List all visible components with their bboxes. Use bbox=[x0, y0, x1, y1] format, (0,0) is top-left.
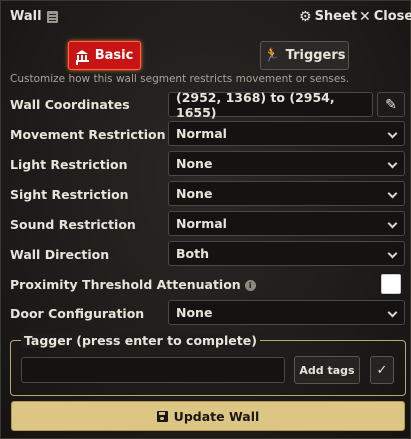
info-icon[interactable]: i bbox=[244, 280, 256, 291]
document-icon bbox=[46, 10, 58, 23]
tag-input[interactable] bbox=[21, 357, 285, 383]
confirm-tags-button[interactable]: ✓ bbox=[370, 356, 394, 384]
add-tags-button[interactable]: Add tags bbox=[294, 356, 360, 384]
door-configuration-select[interactable]: None bbox=[168, 300, 405, 325]
proximity-threshold-label: Proximity Threshold Attenuation i bbox=[10, 277, 256, 292]
proximity-threshold-label-text: Proximity Threshold Attenuation bbox=[10, 277, 241, 292]
save-icon bbox=[156, 410, 168, 422]
movement-restriction-label: Movement Restriction bbox=[10, 127, 166, 142]
sound-restriction-select[interactable]: Normal bbox=[168, 211, 405, 236]
sheet-button[interactable]: ⚙ Sheet bbox=[299, 9, 357, 24]
movement-restriction-select[interactable]: Normal bbox=[168, 121, 405, 146]
checkmark-icon: ✓ bbox=[376, 362, 388, 378]
light-restriction-label: Light Restriction bbox=[10, 157, 128, 172]
window-titlebar[interactable]: Wall ⚙ Sheet ✕ Close bbox=[1, 1, 411, 33]
tagger-legend: Tagger (press enter to complete) bbox=[21, 333, 260, 348]
wall-direction-label: Wall Direction bbox=[10, 247, 110, 262]
tab-basic[interactable]: Basic bbox=[68, 41, 141, 70]
form-hint: Customize how this wall segment restrict… bbox=[10, 73, 350, 85]
tab-triggers-label: Triggers bbox=[285, 48, 346, 63]
update-wall-button[interactable]: Update Wall bbox=[11, 401, 405, 431]
window-title: Wall bbox=[10, 9, 42, 24]
proximity-threshold-checkbox[interactable] bbox=[381, 274, 401, 294]
sight-restriction-label: Sight Restriction bbox=[10, 187, 129, 202]
sound-restriction-label: Sound Restriction bbox=[10, 217, 136, 232]
sheet-button-label: Sheet bbox=[314, 9, 358, 24]
wall-direction-select[interactable]: Both bbox=[168, 241, 405, 266]
edit-coordinates-button[interactable]: ✎ bbox=[377, 92, 405, 117]
tab-triggers[interactable]: 🏃 Triggers bbox=[260, 41, 349, 70]
close-button-label: Close bbox=[373, 9, 411, 24]
sight-restriction-select[interactable]: None bbox=[168, 181, 405, 206]
window-title-group: Wall bbox=[10, 9, 58, 24]
gear-icon: ⚙ bbox=[299, 8, 312, 25]
light-restriction-select[interactable]: None bbox=[168, 151, 405, 176]
running-figure-icon: 🏃 bbox=[263, 48, 280, 63]
wall-config-window: Wall ⚙ Sheet ✕ Close Basic 🏃 Triggers Cu… bbox=[0, 0, 411, 439]
close-button[interactable]: ✕ Close bbox=[359, 9, 411, 24]
pencil-icon: ✎ bbox=[385, 96, 397, 113]
tab-basic-label: Basic bbox=[94, 48, 134, 63]
wall-coordinates-field[interactable]: (2952, 1368) to (2954, 1655) bbox=[168, 90, 373, 120]
wall-coordinates-label: Wall Coordinates bbox=[10, 97, 130, 112]
close-icon: ✕ bbox=[359, 8, 371, 25]
landmark-icon bbox=[75, 49, 89, 62]
door-configuration-label: Door Configuration bbox=[10, 306, 145, 321]
update-wall-label: Update Wall bbox=[173, 408, 260, 424]
